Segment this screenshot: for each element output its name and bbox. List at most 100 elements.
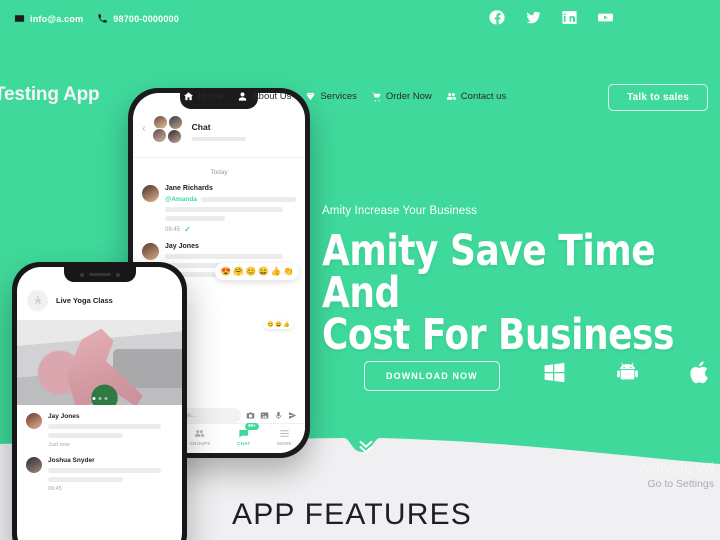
- chat-message: Jane Richards @Amanda 09:45 ✓: [133, 185, 305, 234]
- avatar: [26, 413, 42, 429]
- top-utility-bar: info@a.com 98700-0000000: [0, 0, 720, 37]
- chat-unread-badge: 99+: [245, 423, 259, 430]
- youtube-icon[interactable]: [597, 9, 614, 26]
- hero-actions: DOWNLOAD NOW: [364, 361, 500, 391]
- emoji-reaction[interactable]: 😊: [267, 322, 274, 328]
- phone-icon: [97, 13, 108, 24]
- yoga-video-thumbnail[interactable]: [17, 320, 182, 405]
- nav-item-contact-us[interactable]: Contact us: [446, 91, 506, 102]
- tab-more[interactable]: MORE: [277, 428, 292, 446]
- diamond-icon: [305, 91, 316, 102]
- phone-notch: [63, 267, 136, 282]
- phone-contact[interactable]: 98700-0000000: [97, 13, 179, 24]
- email-text: info@a.com: [30, 13, 84, 24]
- hero-title-line-2: Cost For Business: [322, 310, 674, 361]
- list-item-name: Joshua Snyder: [48, 457, 95, 464]
- nav-item-about-us[interactable]: About Us: [237, 91, 291, 102]
- message-sender-name: Jane Richards: [165, 185, 213, 192]
- hero-title: Amity Save Time And Cost For Business: [322, 226, 694, 361]
- android-icon[interactable]: [615, 360, 640, 385]
- list-item[interactable]: Joshua Snyder 09:45: [26, 457, 173, 492]
- facebook-icon[interactable]: [489, 9, 506, 26]
- download-now-button[interactable]: DOWNLOAD NOW: [364, 361, 500, 391]
- emoji-reaction[interactable]: 😄: [258, 266, 269, 277]
- main-navbar: Testing App Home About Us Services Order…: [0, 37, 720, 111]
- avatar: [142, 243, 159, 260]
- yoga-icon: [27, 290, 48, 311]
- user-icon: [237, 91, 248, 102]
- send-icon[interactable]: [288, 411, 297, 420]
- emoji-reaction[interactable]: 😍: [220, 266, 231, 277]
- list-item-text-placeholder: [48, 433, 123, 438]
- avatar: [151, 128, 167, 143]
- email-contact[interactable]: info@a.com: [14, 13, 83, 24]
- chat-day-label: Today: [210, 169, 228, 176]
- message-text-placeholder: [200, 197, 296, 202]
- menu-icon: [280, 430, 289, 437]
- message-mention[interactable]: @Amanda: [165, 196, 197, 203]
- list-item-time: Just now: [48, 442, 70, 448]
- message-text-placeholder: [165, 207, 283, 212]
- nav-item-services[interactable]: Services: [305, 91, 357, 102]
- message-meta: 09:45 ✓: [165, 225, 296, 234]
- twitter-icon[interactable]: [525, 9, 542, 26]
- nav-item-contact-us-label: Contact us: [460, 91, 507, 102]
- nav-item-home-label: Home: [198, 91, 224, 102]
- emoji-reaction[interactable]: 😊: [246, 266, 257, 277]
- apple-icon[interactable]: [688, 360, 713, 385]
- chat-header-title: Chat: [191, 122, 211, 132]
- emoji-reaction-chip[interactable]: 😊 😄 👍: [264, 321, 293, 329]
- hero-eyebrow: Amity Increase Your Business: [322, 205, 477, 217]
- home-icon: [183, 91, 194, 102]
- tab-groups[interactable]: GROUPS: [189, 428, 210, 446]
- participant-avatars: [151, 115, 186, 145]
- brand-logo[interactable]: Testing App: [0, 84, 100, 106]
- users-icon: [446, 91, 457, 102]
- nav-item-about-us-label: About Us: [252, 91, 292, 102]
- windows-icon[interactable]: [542, 360, 567, 385]
- nav-item-home[interactable]: Home: [183, 91, 223, 102]
- list-item-time: 09:45: [48, 486, 62, 492]
- chat-icon: [239, 429, 249, 438]
- yoga-screen: Live Yoga Class Jay Jones Just now Joshu…: [17, 267, 182, 540]
- nav-item-order-now[interactable]: Order Now: [371, 91, 432, 102]
- avatar: [166, 129, 182, 144]
- list-item-text-placeholder: [48, 477, 123, 482]
- list-item-text-placeholder: [48, 424, 161, 429]
- hero-title-line-1: Amity Save Time And: [322, 226, 656, 319]
- emoji-reaction-bar[interactable]: 😍 🤗 😊 😄 👍 👏: [215, 263, 299, 280]
- emoji-reaction[interactable]: 👏: [283, 266, 294, 277]
- cart-icon: [371, 91, 382, 102]
- emoji-reaction[interactable]: 😄: [275, 322, 282, 328]
- nav-item-order-now-label: Order Now: [385, 91, 432, 102]
- linkedin-icon[interactable]: [561, 9, 578, 26]
- carousel-dots[interactable]: [92, 397, 107, 400]
- microphone-icon[interactable]: [274, 411, 283, 420]
- chevron-left-icon[interactable]: ‹: [142, 115, 146, 135]
- tab-more-label: MORE: [277, 441, 292, 446]
- yoga-header-title: Live Yoga Class: [56, 296, 113, 305]
- list-item[interactable]: Jay Jones Just now: [26, 413, 173, 448]
- social-links: [489, 9, 614, 26]
- tab-chat-label: CHAT: [237, 441, 251, 446]
- avatar: [167, 115, 183, 130]
- emoji-reaction[interactable]: 🤗: [233, 266, 244, 277]
- talk-to-sales-button[interactable]: Talk to sales: [608, 84, 708, 111]
- message-text-placeholder: [165, 254, 283, 259]
- image-icon[interactable]: [260, 411, 269, 420]
- emoji-reaction[interactable]: 👍: [283, 322, 290, 328]
- list-item-name: Jay Jones: [48, 413, 80, 420]
- message-sender-name: Jay Jones: [165, 243, 199, 250]
- camera-icon[interactable]: [246, 411, 255, 420]
- nav-item-services-label: Services: [320, 91, 357, 102]
- avatar: [142, 185, 159, 202]
- platform-icons: [542, 360, 713, 385]
- chat-header-subtitle-placeholder: [191, 137, 246, 141]
- message-text-placeholder: [165, 216, 226, 221]
- yoga-activity-list: Jay Jones Just now Joshua Snyder 09:45: [17, 405, 182, 492]
- tab-chat[interactable]: 99+ CHAT: [237, 423, 259, 446]
- double-chevron-down-icon[interactable]: [356, 436, 376, 456]
- nav-links: Home About Us Services Order Now Contact…: [183, 91, 506, 102]
- avatar: [26, 457, 42, 473]
- emoji-reaction[interactable]: 👍: [271, 266, 282, 277]
